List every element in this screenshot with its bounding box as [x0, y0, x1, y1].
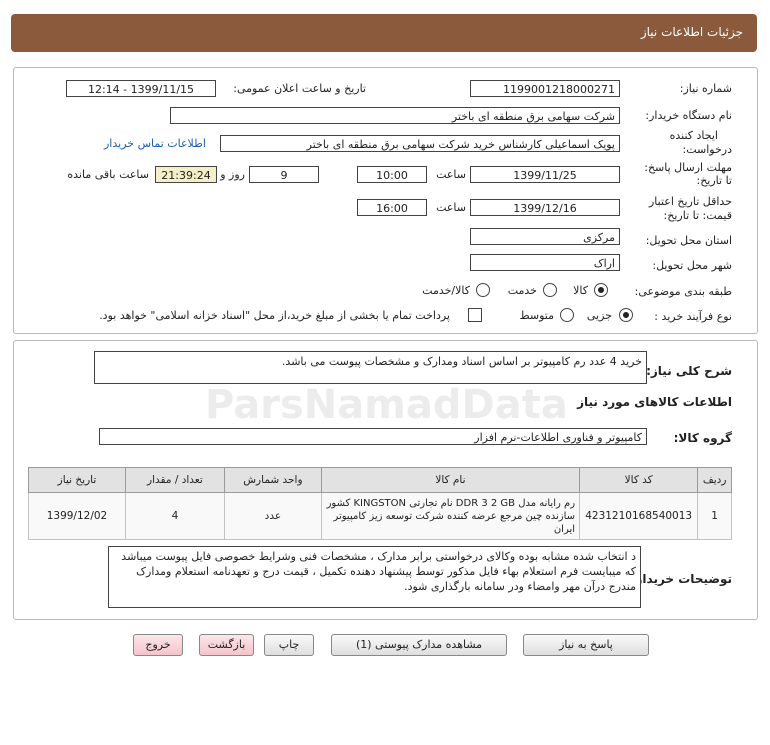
buyer-notes-label: توضیحات خریدار: — [630, 572, 732, 586]
creator-label-line2: درخواست: — [682, 143, 732, 156]
creator-label-line1: ایجاد کننده — [669, 129, 718, 142]
goods-table-header: تاریخ نیاز تعداد / مقدار واحد شمارش نام … — [28, 467, 732, 493]
summary-text: خرید 4 عدد رم کامپیوتر بر اساس اسناد ومد… — [94, 351, 647, 384]
process-option-medium: متوسط — [519, 309, 554, 322]
col-code: کد کالا — [579, 467, 699, 493]
deadline-date-field: 1399/11/25 — [470, 166, 620, 183]
province-field: مرکزی — [470, 228, 620, 245]
announce-datetime-field: 1399/11/15 - 12:14 — [66, 80, 216, 97]
days-label: روز و — [220, 168, 245, 181]
back-button[interactable]: بازگشت — [199, 634, 254, 656]
city-label: شهر محل تحویل: — [652, 259, 732, 272]
cell-name: رم رایانه مدل DDR 3 2 GB نام تجارتی KING… — [320, 492, 581, 540]
deadline-label-line2: تا تاریخ: — [696, 174, 732, 187]
reply-button[interactable]: پاسخ به نیاز — [523, 634, 649, 656]
col-unit: واحد شمارش — [223, 467, 322, 493]
cell-qty: 4 — [124, 492, 225, 540]
summary-label: شرح کلی نیاز: — [646, 364, 732, 378]
validity-label-line1: حداقل تاریخ اعتبار — [648, 195, 732, 208]
print-button[interactable]: چاپ — [264, 634, 314, 656]
goods-group-label: گروه کالا: — [673, 431, 732, 445]
treasury-payment-checkbox[interactable] — [468, 308, 482, 322]
goods-table: تاریخ نیاز تعداد / مقدار واحد شمارش نام … — [28, 467, 732, 540]
cell-unit: عدد — [223, 492, 322, 540]
days-remaining-field: 9 — [249, 166, 319, 183]
city-field: اراک — [470, 254, 620, 271]
category-option-goods-service: کالا/خدمت — [422, 284, 470, 297]
col-name: نام کالا — [320, 467, 581, 493]
process-type-label: نوع فرآیند خرید : — [654, 310, 732, 323]
time-remaining-field: 21:39:24 — [155, 166, 217, 183]
validity-time-field: 16:00 — [357, 199, 427, 216]
category-option-goods: کالا — [573, 284, 588, 297]
creator-field: پویک اسماعیلی کارشناس خرید شرکت سهامی بر… — [220, 135, 620, 152]
validity-date-field: 1399/12/16 — [470, 199, 620, 216]
process-radio-minor[interactable] — [619, 308, 633, 322]
announce-datetime-label: تاریخ و ساعت اعلان عمومی: — [233, 82, 366, 95]
time-remaining-label: ساعت باقی مانده — [67, 168, 149, 181]
process-option-minor: جزیی — [586, 309, 612, 322]
col-date: تاریخ نیاز — [28, 467, 126, 493]
exit-button[interactable]: خروج — [133, 634, 183, 656]
category-label: طبقه بندی موضوعی: — [634, 285, 732, 298]
buyer-org-label: نام دستگاه خریدار: — [645, 109, 732, 122]
deadline-label-line1: مهلت ارسال پاسخ: — [644, 161, 732, 174]
validity-time-label: ساعت — [436, 201, 466, 214]
goods-section-title: اطلاعات کالاهای مورد نیاز — [577, 395, 732, 409]
page-title: جزئیات اطلاعات نیاز — [640, 25, 743, 39]
cell-index: 1 — [697, 492, 732, 540]
page-header: جزئیات اطلاعات نیاز — [11, 14, 757, 52]
category-option-service: خدمت — [507, 284, 537, 297]
deadline-time-label: ساعت — [436, 168, 466, 181]
buyer-contact-link[interactable]: اطلاعات تماس خریدار — [104, 137, 206, 150]
treasury-payment-note: پرداخت تمام یا بخشی از مبلغ خرید،از محل … — [99, 309, 450, 322]
buyer-org-field: شرکت سهامی برق منطقه ای باختر — [170, 107, 620, 124]
category-radio-service[interactable] — [543, 283, 557, 297]
col-index: ردیف — [697, 467, 732, 493]
cell-date: 1399/12/02 — [28, 492, 126, 540]
need-number-label: شماره نیاز: — [679, 82, 732, 95]
table-row: 1399/12/02 4 عدد رم رایانه مدل DDR 3 2 G… — [28, 492, 732, 540]
cell-code: 4231210168540013 — [579, 492, 699, 540]
view-attachments-button[interactable]: مشاهده مدارک پیوستی (1) — [331, 634, 507, 656]
col-qty: تعداد / مقدار — [124, 467, 225, 493]
category-radio-goods[interactable] — [594, 283, 608, 297]
deadline-time-field: 10:00 — [357, 166, 427, 183]
buyer-notes-text: د انتخاب شده مشابه بوده وکالای درخواستی … — [108, 546, 641, 608]
need-number-field: 1199001218000271 — [470, 80, 620, 97]
process-radio-medium[interactable] — [560, 308, 574, 322]
category-radio-goods-service[interactable] — [476, 283, 490, 297]
province-label: استان محل تحویل: — [645, 234, 732, 247]
validity-label-line2: قیمت: تا تاریخ: — [663, 209, 732, 222]
goods-group-field: کامپیوتر و فناوری اطلاعات-نرم افزار — [99, 428, 647, 445]
